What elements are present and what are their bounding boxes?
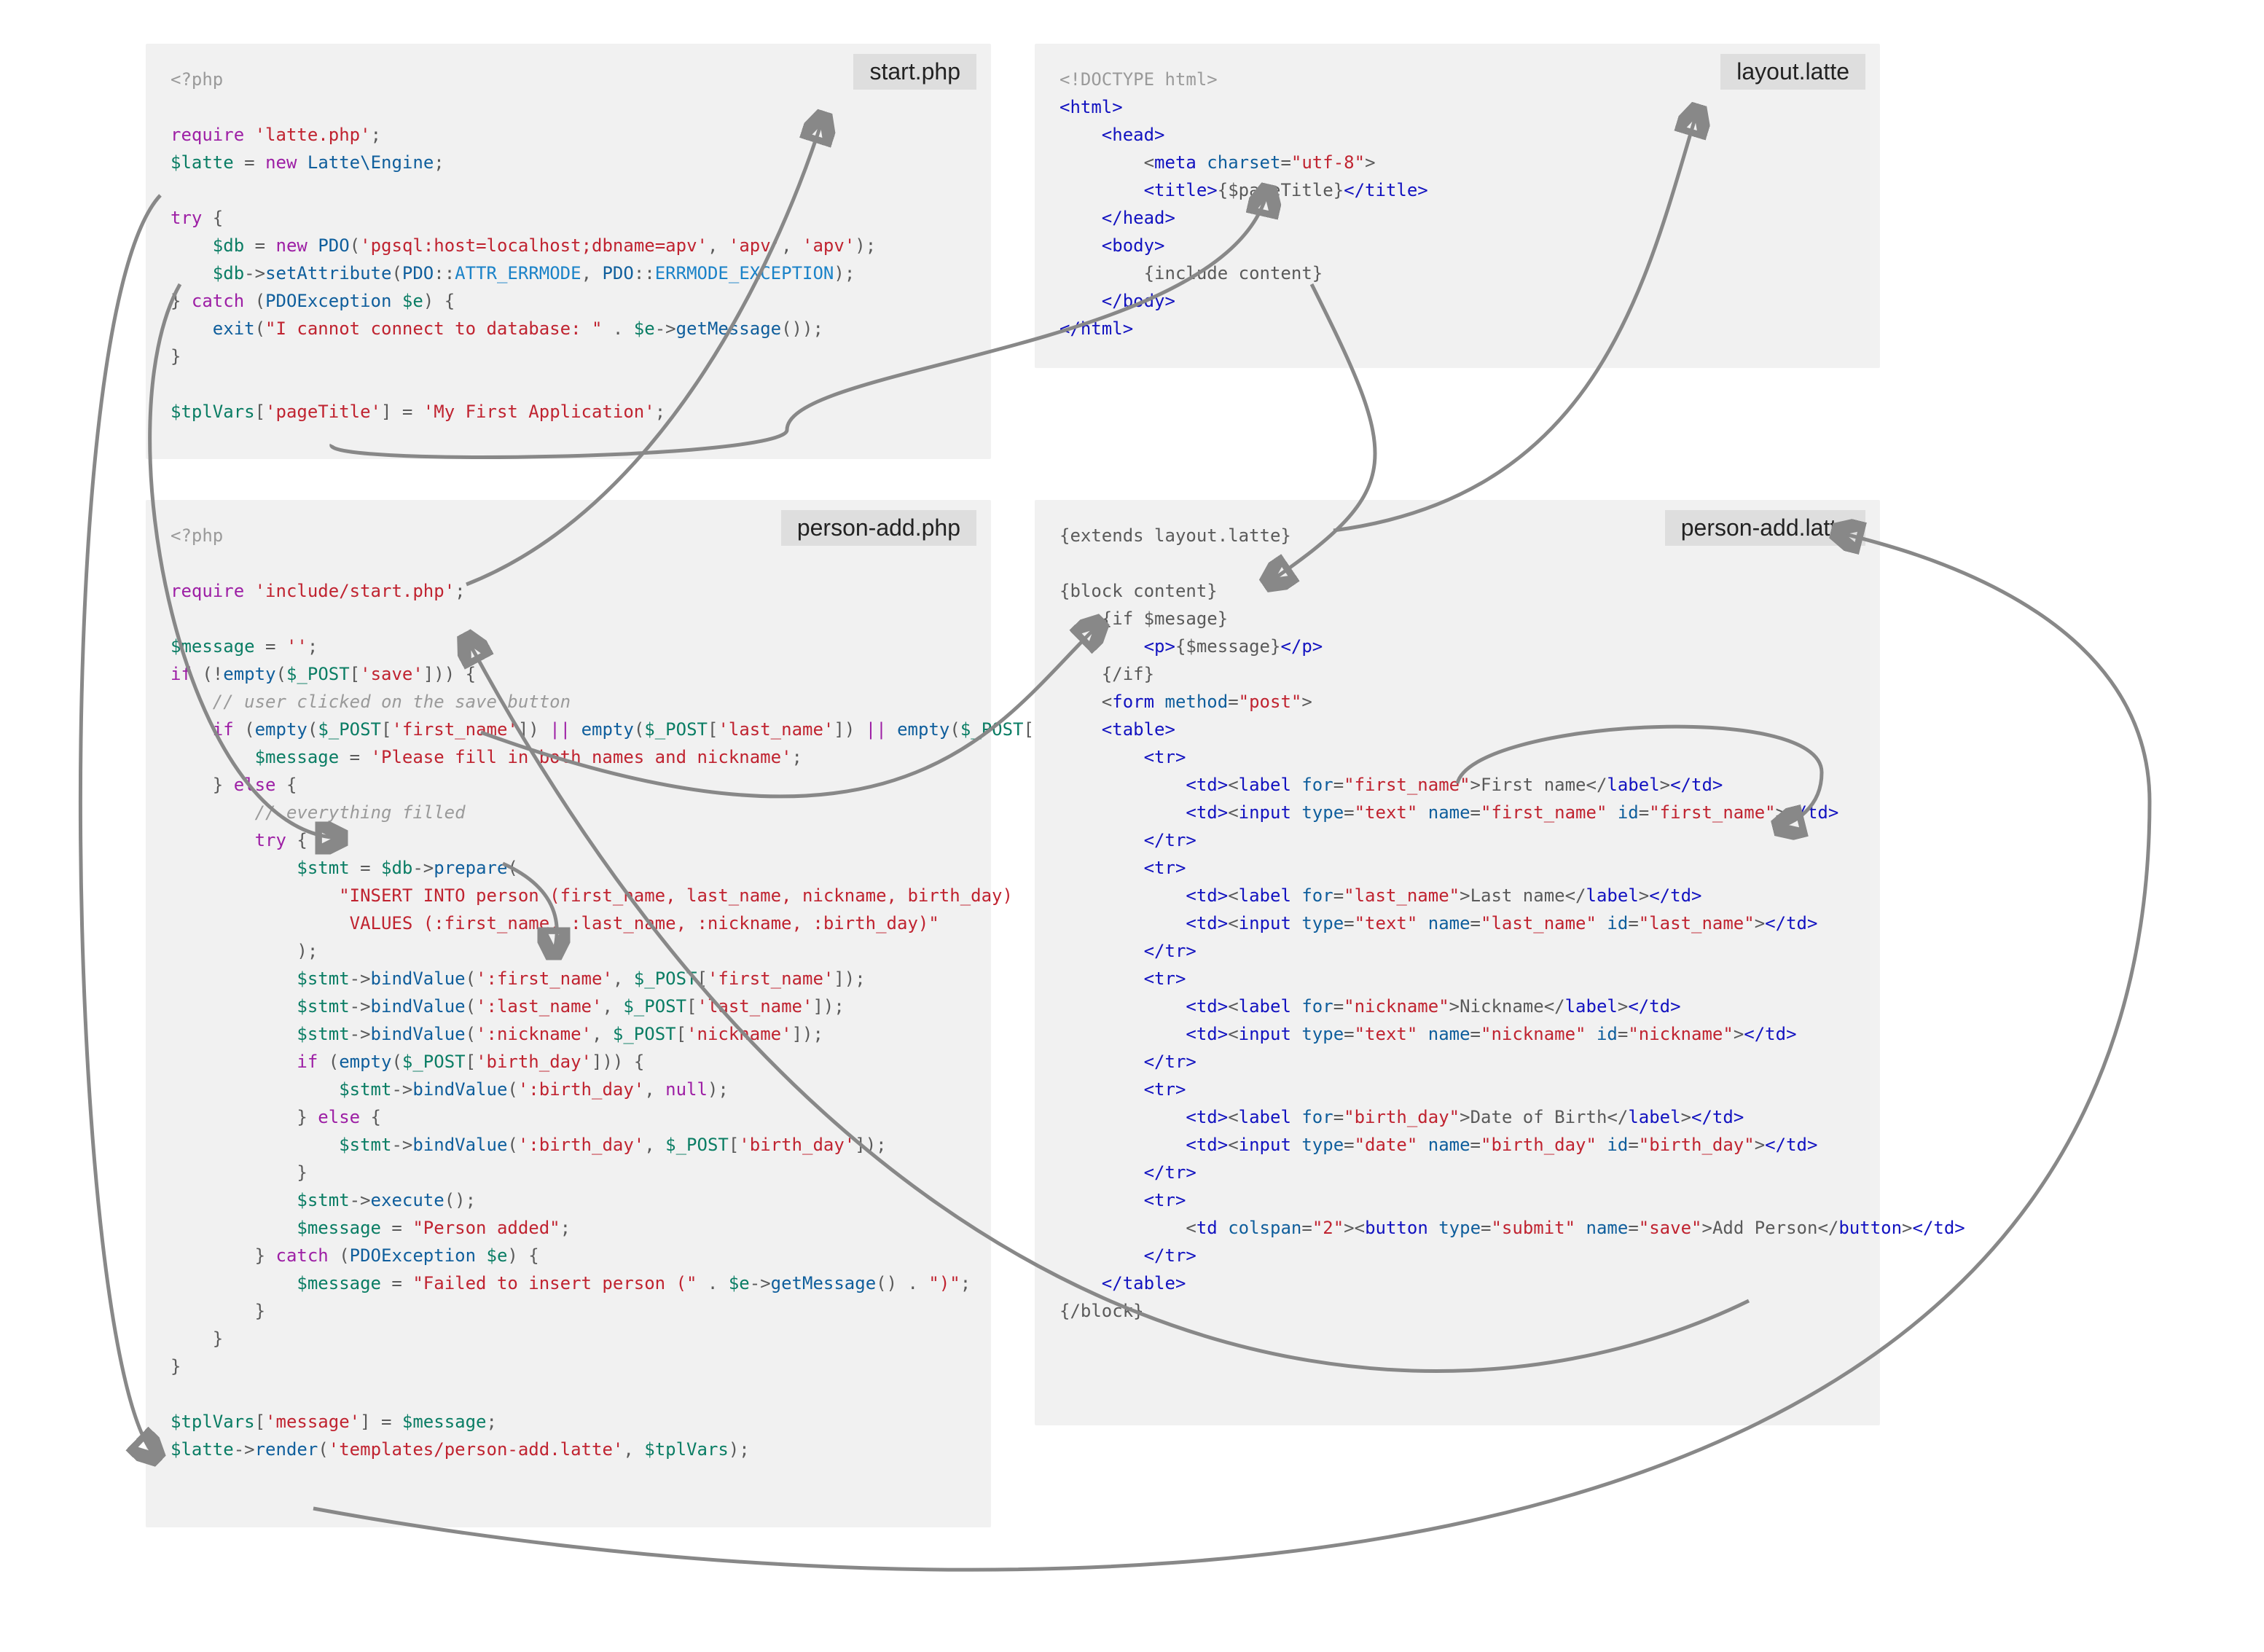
code-person-add-latte: {extends layout.latte} {block content} {… xyxy=(1059,522,1855,1325)
code-start: <?php require 'latte.php'; $latte = new … xyxy=(171,66,966,426)
file-tab-start: start.php xyxy=(853,54,976,90)
panel-person-add-latte: person-add.latte {extends layout.latte} … xyxy=(1035,500,1880,1425)
diagram-stage: start.php <?php require 'latte.php'; $la… xyxy=(0,0,2264,1652)
code-layout: <!DOCTYPE html> <html> <head> <meta char… xyxy=(1059,66,1855,342)
file-tab-person-add-latte: person-add.latte xyxy=(1665,510,1865,546)
code-person-add-php: <?php require 'include/start.php'; $mess… xyxy=(171,522,966,1463)
file-tab-person-add-php: person-add.php xyxy=(781,510,976,546)
panel-layout: layout.latte <!DOCTYPE html> <html> <hea… xyxy=(1035,44,1880,368)
panel-person-add-php: person-add.php <?php require 'include/st… xyxy=(146,500,991,1527)
file-tab-layout: layout.latte xyxy=(1720,54,1865,90)
panel-start: start.php <?php require 'latte.php'; $la… xyxy=(146,44,991,459)
